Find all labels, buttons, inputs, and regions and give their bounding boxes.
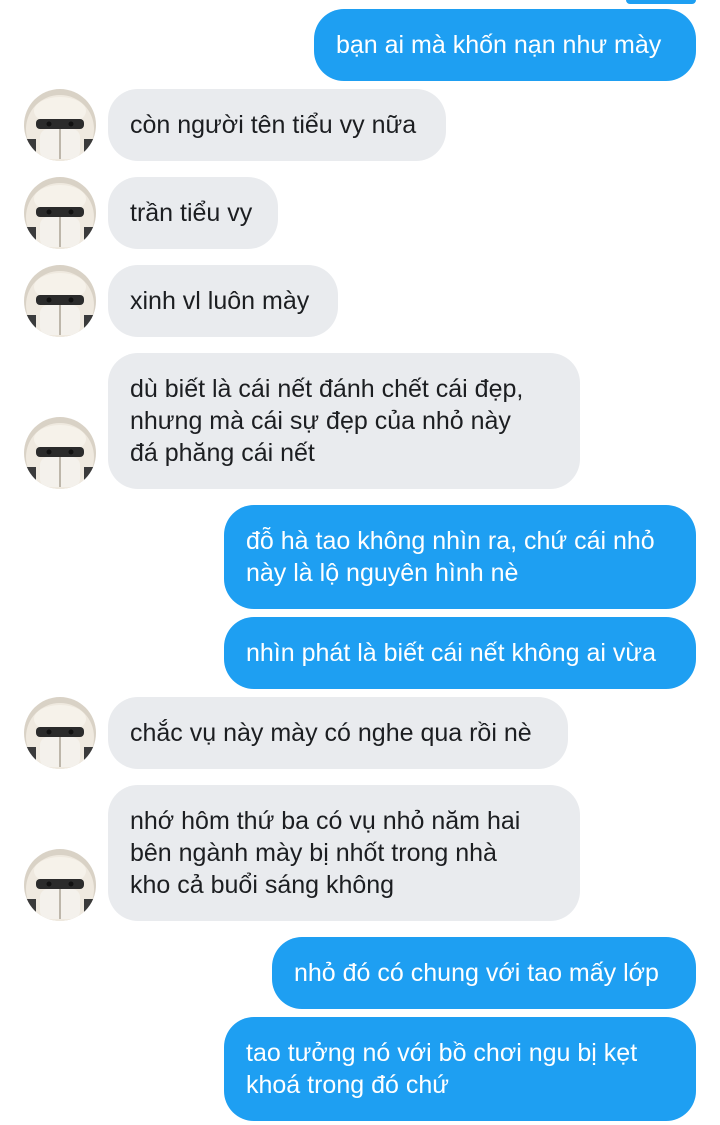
message-text: chắc vụ này mày có nghe qua rồi nè [130, 719, 532, 747]
message-text: dù biết là cái nết đánh chết cái đẹp, nh… [130, 375, 524, 467]
hooded-person-avatar-icon [24, 177, 96, 249]
message-text: nhỏ đó có chung với tao mấy lớp [294, 959, 659, 987]
message-incoming[interactable]: trần tiểu vy [108, 177, 278, 249]
message-outgoing[interactable]: đỗ hà tao không nhìn ra, chứ cái nhỏ này… [224, 505, 696, 609]
message-text: bạn ai mà khốn nạn như mày [336, 31, 662, 59]
contact-avatar[interactable] [24, 89, 96, 161]
message-text: nhớ hôm thứ ba có vụ nhỏ năm hai bên ngà… [130, 807, 521, 899]
message-incoming[interactable]: còn người tên tiểu vy nữa [108, 89, 446, 161]
message-text: tao tưởng nó với bồ chơi ngu bị kẹt khoá… [246, 1039, 638, 1099]
message-incoming[interactable]: chắc vụ này mày có nghe qua rồi nè [108, 697, 568, 769]
message-text: đỗ hà tao không nhìn ra, chứ cái nhỏ này… [246, 527, 655, 587]
chat-thread[interactable]: bạn ai mà khốn nạn như mày còn người tên… [0, 0, 720, 1125]
hooded-person-avatar-icon [24, 265, 96, 337]
contact-avatar[interactable] [24, 697, 96, 769]
contact-avatar[interactable] [24, 849, 96, 921]
message-incoming[interactable]: nhớ hôm thứ ba có vụ nhỏ năm hai bên ngà… [108, 785, 580, 921]
hooded-person-avatar-icon [24, 849, 96, 921]
contact-avatar[interactable] [24, 177, 96, 249]
message-outgoing[interactable]: nhỏ đó có chung với tao mấy lớp [272, 937, 696, 1009]
message-outgoing[interactable]: tao tưởng nó với bồ chơi ngu bị kẹt khoá… [224, 1017, 696, 1121]
message-text: trần tiểu vy [130, 199, 253, 227]
message-incoming[interactable]: dù biết là cái nết đánh chết cái đẹp, nh… [108, 353, 580, 489]
previous-message-edge [626, 0, 696, 4]
message-outgoing[interactable]: bạn ai mà khốn nạn như mày [314, 9, 696, 81]
contact-avatar[interactable] [24, 265, 96, 337]
message-outgoing[interactable]: nhìn phát là biết cái nết không ai vừa [224, 617, 696, 689]
hooded-person-avatar-icon [24, 417, 96, 489]
hooded-person-avatar-icon [24, 89, 96, 161]
contact-avatar[interactable] [24, 417, 96, 489]
message-text: còn người tên tiểu vy nữa [130, 111, 417, 139]
message-text: xinh vl luôn mày [130, 287, 310, 315]
hooded-person-avatar-icon [24, 697, 96, 769]
message-incoming[interactable]: xinh vl luôn mày [108, 265, 338, 337]
message-text: nhìn phát là biết cái nết không ai vừa [246, 639, 657, 667]
